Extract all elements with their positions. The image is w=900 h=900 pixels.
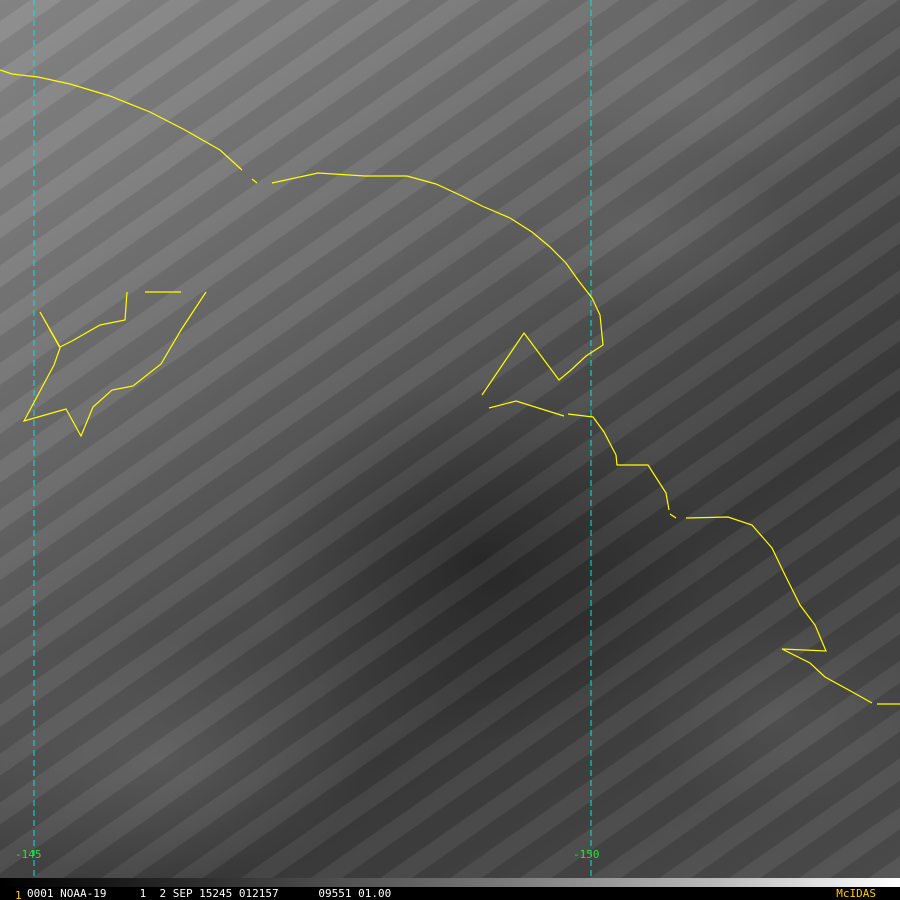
- image-info-text: 0001 NOAA-19 1 2 SEP 15245 012157 09551 …: [27, 887, 392, 900]
- coastline-gulf: [271, 172, 604, 396]
- coastline-east: [685, 516, 873, 704]
- coastline-southeast: [567, 413, 670, 511]
- grayscale-color-bar: [0, 878, 900, 887]
- image-info-line: 1 0001 NOAA-19 1 2 SEP 15245 012157 0955…: [0, 887, 900, 900]
- status-bar: 1 0001 NOAA-19 1 2 SEP 15245 012157 0955…: [0, 878, 900, 900]
- coastline: [0, 69, 900, 705]
- coastline-island: [22, 291, 207, 438]
- mcidas-brand: McIDAS: [836, 887, 876, 900]
- frame-number: 1: [15, 889, 22, 900]
- longitude-label-145: -145: [15, 848, 42, 861]
- map-overlay: [0, 0, 900, 878]
- coastline-north: [0, 69, 243, 171]
- coastline-fragment: [251, 178, 258, 184]
- longitude-label-150: -150: [573, 848, 600, 861]
- satellite-map-frame: -145 -150 1 0001 NOAA-19 1 2 SEP 15245 0…: [0, 0, 900, 900]
- coastline-fragment: [669, 513, 677, 519]
- coastline-peninsula: [488, 400, 565, 417]
